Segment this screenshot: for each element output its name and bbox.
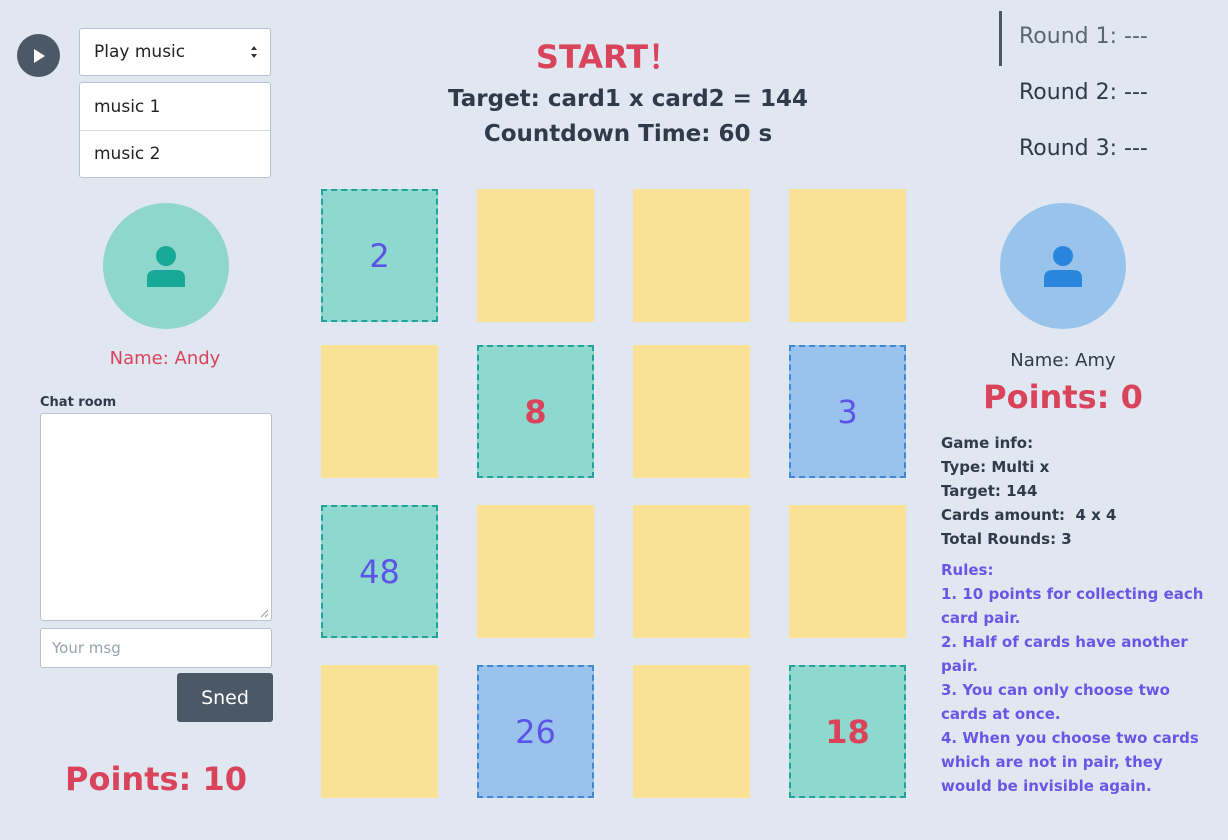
card-value: 2 <box>369 236 390 275</box>
play-icon <box>33 48 45 63</box>
rules: Rules: 1. 10 points for collecting each … <box>941 558 1213 798</box>
game-info-title: Game info: <box>941 434 1034 452</box>
memory-card[interactable] <box>633 189 750 322</box>
target-text: Target: card1 x card2 = 144 <box>448 86 808 112</box>
memory-card[interactable] <box>633 665 750 798</box>
game-info: Game info: Type: Multi x Target: 144 Car… <box>941 431 1216 551</box>
round-1-result: Round 1: --- <box>1019 24 1148 49</box>
memory-card[interactable] <box>321 345 438 478</box>
game-info-cards-amount: Cards amount: 4 x 4 <box>941 506 1117 524</box>
rule-item: 2. Half of cards have another pair. <box>941 633 1188 675</box>
player-left-points: Points: 10 <box>65 760 247 798</box>
player-left-avatar <box>103 203 229 329</box>
player-left-name: Name: Andy <box>109 348 221 369</box>
game-page: Play music music 1 music 2 START！ Target… <box>0 0 1228 840</box>
player-right-avatar <box>1000 203 1126 329</box>
memory-card[interactable] <box>633 345 750 478</box>
play-music-button[interactable] <box>17 34 60 77</box>
memory-card[interactable]: 48 <box>321 505 438 638</box>
resize-grip-icon[interactable] <box>260 609 269 618</box>
game-info-target: Target: 144 <box>941 482 1038 500</box>
memory-card[interactable]: 3 <box>789 345 906 478</box>
memory-card[interactable]: 26 <box>477 665 594 798</box>
music-option[interactable]: music 1 <box>80 83 270 130</box>
card-value: 3 <box>837 392 858 431</box>
memory-card[interactable]: 8 <box>477 345 594 478</box>
game-info-type: Type: Multi x <box>941 458 1050 476</box>
round-2-result: Round 2: --- <box>1019 80 1148 105</box>
card-value: 18 <box>825 712 870 751</box>
memory-card[interactable] <box>321 665 438 798</box>
memory-card[interactable] <box>477 189 594 322</box>
memory-card[interactable] <box>789 189 906 322</box>
user-icon <box>1044 246 1082 287</box>
card-value: 26 <box>515 712 556 751</box>
start-title: START！ <box>535 38 681 76</box>
music-select-value: Play music <box>94 42 186 62</box>
memory-card[interactable]: 2 <box>321 189 438 322</box>
card-value: 48 <box>359 552 400 591</box>
rule-item: 3. You can only choose two cards at once… <box>941 681 1170 723</box>
rule-item: 4. When you choose two cards which are n… <box>941 729 1199 795</box>
game-info-total-rounds: Total Rounds: 3 <box>941 530 1072 548</box>
memory-card[interactable] <box>633 505 750 638</box>
music-select[interactable]: Play music <box>79 28 271 76</box>
rules-title: Rules: <box>941 561 994 579</box>
memory-card[interactable] <box>477 505 594 638</box>
music-options-list: music 1 music 2 <box>79 82 271 178</box>
chat-message-input[interactable] <box>40 628 272 668</box>
current-round-indicator <box>999 11 1002 66</box>
countdown-text: Countdown Time: 60 s <box>483 121 773 147</box>
memory-card[interactable] <box>789 505 906 638</box>
player-right-name: Name: Amy <box>1010 350 1116 371</box>
round-3-result: Round 3: --- <box>1019 136 1148 161</box>
send-button[interactable]: Sned <box>177 673 273 722</box>
select-arrows-icon <box>251 46 257 58</box>
player-right-points: Points: 0 <box>983 378 1143 416</box>
chat-room-label: Chat room <box>40 395 117 410</box>
memory-card[interactable]: 18 <box>789 665 906 798</box>
card-value: 8 <box>524 392 547 431</box>
music-option[interactable]: music 2 <box>80 130 270 177</box>
user-icon <box>147 246 185 287</box>
rule-item: 1. 10 points for collecting each card pa… <box>941 585 1204 627</box>
chat-messages-area[interactable] <box>40 413 272 621</box>
